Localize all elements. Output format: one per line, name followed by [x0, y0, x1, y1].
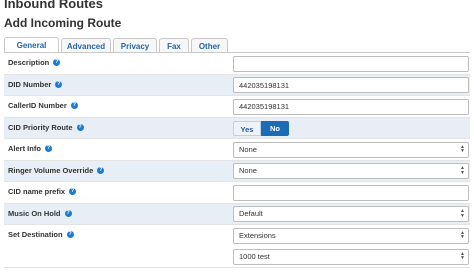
destination-type-select[interactable]: Extensions ▲ ▼: [233, 227, 469, 244]
alert-info-label: Alert Info: [8, 144, 41, 153]
help-icon[interactable]: ?: [55, 80, 63, 88]
help-icon[interactable]: ?: [66, 231, 74, 238]
row-set-destination: Set Destination ? Extensions ▲ ▼ 1000 tes…: [4, 225, 470, 268]
tab-privacy[interactable]: Privacy: [113, 38, 157, 53]
select-arrows-icon: ▲ ▼: [460, 229, 465, 240]
alert-info-value: None: [239, 144, 257, 154]
row-description: Description ?: [4, 53, 470, 75]
help-icon[interactable]: ?: [97, 166, 105, 174]
ringer-volume-override-label: Ringer Volume Override: [8, 165, 94, 175]
callerid-number-input[interactable]: [233, 98, 469, 115]
select-arrows-icon: ▲ ▼: [460, 250, 465, 261]
set-destination-label: Set Destination: [8, 230, 63, 239]
cid-priority-route-toggle: Yes No: [233, 120, 289, 136]
cid-priority-route-label: CID Priority Route: [8, 122, 73, 132]
did-number-label: DID Number: [8, 79, 52, 89]
help-icon[interactable]: ?: [70, 102, 78, 109]
row-ringer-volume-override: Ringer Volume Override ? None ▲ ▼: [4, 160, 470, 182]
music-on-hold-label: Music On Hold: [8, 208, 61, 218]
select-arrows-icon: ▲ ▼: [460, 165, 465, 176]
page-title: Inbound Routes: [4, 0, 103, 11]
description-input[interactable]: [233, 55, 469, 72]
select-arrows-icon: ▲ ▼: [460, 143, 465, 154]
row-cid-name-prefix: CID name prefix ?: [4, 182, 470, 204]
music-on-hold-value: Default: [239, 209, 263, 218]
destination-target-value: 1000 test: [239, 251, 270, 261]
row-cid-priority-route: CID Priority Route ? Yes No: [4, 117, 470, 139]
help-icon[interactable]: ?: [44, 145, 52, 152]
sub-title: Add Incoming Route: [4, 16, 122, 30]
row-did-number: DID Number ?: [4, 74, 470, 96]
alert-info-select[interactable]: None ▲ ▼: [233, 141, 469, 158]
tab-other[interactable]: Other: [191, 38, 228, 53]
row-callerid-number: CallerID Number ?: [4, 96, 470, 118]
cid-name-prefix-input[interactable]: [233, 184, 469, 201]
music-on-hold-select[interactable]: Default ▲ ▼: [233, 206, 469, 222]
row-music-on-hold: Music On Hold ? Default ▲ ▼: [4, 203, 470, 225]
select-arrows-icon: ▲ ▼: [460, 208, 465, 219]
ringer-volume-override-value: None: [239, 166, 257, 175]
help-icon[interactable]: ?: [69, 188, 77, 195]
help-icon[interactable]: ?: [64, 209, 72, 217]
row-alert-info: Alert Info ? None ▲ ▼: [4, 139, 470, 161]
tab-fax[interactable]: Fax: [159, 38, 189, 53]
general-form: Description ? DID Number ? CallerID Numb…: [4, 53, 470, 268]
callerid-number-label: CallerID Number: [8, 101, 67, 110]
cid-name-prefix-label: CID name prefix: [8, 187, 66, 196]
ringer-volume-override-select[interactable]: None ▲ ▼: [233, 163, 469, 179]
tab-general[interactable]: General: [4, 37, 59, 53]
did-number-input[interactable]: [233, 77, 469, 93]
tab-bar: General Advanced Privacy Fax Other: [4, 37, 230, 53]
description-label: Description: [8, 58, 50, 67]
destination-type-value: Extensions: [239, 230, 276, 240]
help-icon[interactable]: ?: [53, 59, 61, 66]
cid-priority-yes-option[interactable]: Yes: [233, 120, 261, 136]
cid-priority-no-option[interactable]: No: [261, 120, 289, 136]
tab-advanced[interactable]: Advanced: [61, 38, 111, 53]
help-icon[interactable]: ?: [76, 123, 84, 131]
destination-target-select[interactable]: 1000 test ▲ ▼: [233, 248, 469, 265]
